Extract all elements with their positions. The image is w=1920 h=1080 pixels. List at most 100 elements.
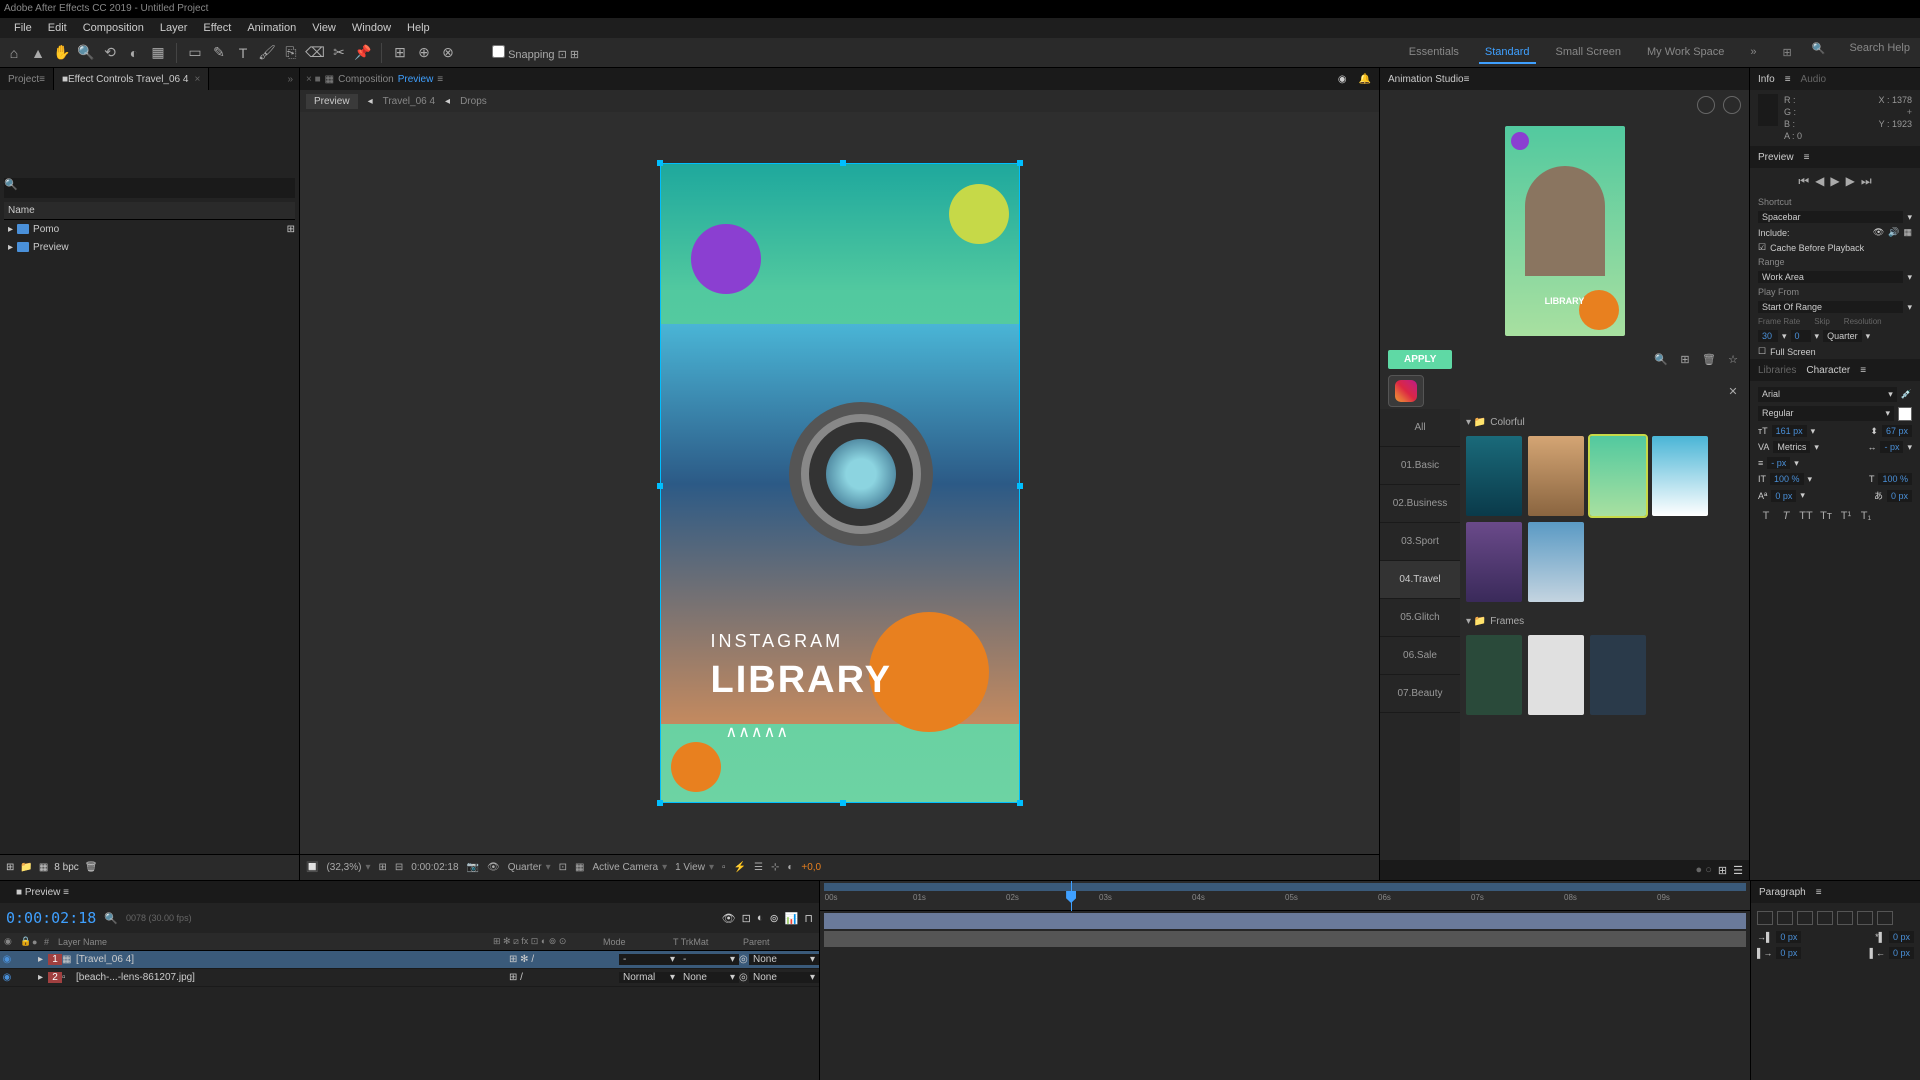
template-thumb[interactable] [1466,522,1522,602]
roi-icon[interactable]: ⊡ [559,862,567,873]
template-thumb[interactable] [1652,436,1708,516]
template-thumb[interactable] [1528,436,1584,516]
last-frame-icon[interactable]: ⏭ [1861,174,1872,189]
apply-button[interactable]: APPLY [1388,350,1452,369]
new-comp-icon[interactable]: ▦ [39,862,48,873]
crumb-travel[interactable]: Travel_06 4 [383,96,435,107]
exposure-value[interactable]: +0,0 [801,862,821,873]
draft3d-icon[interactable]: ⊡ [742,912,751,925]
menu-effect[interactable]: Effect [195,22,239,34]
audio-tab[interactable]: Audio [1801,74,1827,85]
timeline-icon[interactable]: ☰ [754,862,763,873]
project-search-input[interactable]: 🔍 [4,178,295,198]
plugin-grid-icon[interactable]: ⊞ [1677,352,1693,368]
shy-icon[interactable]: 👁 [722,912,736,925]
space-before-input[interactable]: 0 px [1776,947,1801,959]
menu-view[interactable]: View [304,22,344,34]
trkmat-dropdown[interactable]: None▾ [679,972,739,983]
fullscreen-checkbox[interactable]: ☐ Full Screen [1750,344,1920,359]
crumb-preview[interactable]: Preview [306,94,358,109]
subscript-icon[interactable]: T₁ [1858,508,1874,524]
resolution-dropdown[interactable]: Quarter [508,862,551,873]
timeline-layer-2[interactable]: ◉ ▸2 ▫ [beach-...-lens-861207.jpg] ⊞ / N… [0,969,819,987]
magnification-icon[interactable]: 🔲 [306,862,318,873]
smallcaps-icon[interactable]: Tт [1818,508,1834,524]
plugin-view-grid-icon[interactable]: ⊞ [1718,864,1727,877]
orbit-tool-icon[interactable]: ⟲ [100,43,120,63]
close-icon[interactable]: × [194,74,200,85]
tsume-input[interactable]: 0 px [1887,490,1912,502]
template-thumb[interactable] [1466,635,1522,715]
clone-tool-icon[interactable]: ⎘ [281,43,301,63]
camera-dropdown[interactable]: Active Camera [592,862,667,873]
crumb-drops[interactable]: Drops [460,96,487,107]
leading-input[interactable]: 67 px [1882,425,1912,437]
text-tool-icon[interactable]: T [233,43,253,63]
indent-first-input[interactable]: 0 px [1889,931,1914,943]
include-video-icon[interactable]: 👁 [1873,227,1884,238]
eraser-tool-icon[interactable]: ⌫ [305,43,325,63]
eyedropper-icon[interactable]: 💉 [1901,389,1912,400]
info-tab[interactable]: Info [1758,74,1775,85]
visibility-icon[interactable]: ◉ [0,972,14,983]
interpret-icon[interactable]: ⊞ [6,862,14,873]
layer-bar-1[interactable] [824,913,1746,929]
template-thumb[interactable] [1466,436,1522,516]
project-folder-pomo[interactable]: ▸Pomo⊞ [4,220,295,238]
category-all[interactable]: All [1380,409,1460,447]
category-basic[interactable]: 01.Basic [1380,447,1460,485]
bracket-icon[interactable]: ⊓ [804,912,813,925]
template-thumb[interactable] [1528,635,1584,715]
home-icon[interactable]: ⌂ [4,43,24,63]
kerning-dropdown[interactable]: Metrics [1773,441,1810,453]
template-thumb[interactable] [1528,522,1584,602]
plugin-settings-icon[interactable]: ✕ [1725,383,1741,399]
pixel-aspect-icon[interactable]: ▫ [722,862,726,873]
trash-icon[interactable]: 🗑 [85,862,98,873]
world-axis-icon[interactable]: ⊕ [414,43,434,63]
include-audio-icon[interactable]: 🔊 [1888,227,1899,238]
workspace-essentials[interactable]: Essentials [1403,42,1465,64]
brush-tool-icon[interactable]: 🖌 [257,43,277,63]
parent-dropdown[interactable]: None▾ [749,954,819,965]
faux-bold-icon[interactable]: T [1758,508,1774,524]
hand-tool-icon[interactable]: ✋ [52,43,72,63]
snapshot-icon[interactable]: ◉ [1338,74,1355,85]
preview-res-dropdown[interactable]: Quarter [1823,330,1862,342]
snapping-toggle[interactable]: Snapping ⊡ ⊞ [492,45,579,61]
workspace-reset-icon[interactable]: ⊞ [1777,42,1798,64]
timecode-search-icon[interactable]: 🔍 [104,912,118,925]
workspace-standard[interactable]: Standard [1479,42,1536,64]
font-size-input[interactable]: 161 px [1772,425,1807,437]
layer-bar-2[interactable] [824,931,1746,947]
menu-layer[interactable]: Layer [152,22,196,34]
plugin-trash-icon[interactable]: 🗑 [1701,352,1717,368]
range-dropdown[interactable]: Work Area [1758,271,1903,283]
vscale-input[interactable]: 100 % [1770,473,1804,485]
new-folder-icon[interactable]: 📁 [20,862,32,873]
template-thumb-selected[interactable] [1590,436,1646,516]
pen-tool-icon[interactable]: ✎ [209,43,229,63]
timeline-timecode[interactable]: 0:00:02:18 [6,909,96,927]
show-snapshot-icon[interactable]: 👁 [487,862,500,873]
magnification-dropdown[interactable]: (32,3%) [326,862,370,873]
plugin-sync-icon[interactable] [1697,96,1715,114]
search-help[interactable]: Search Help [1849,42,1910,64]
snapping-checkbox[interactable] [492,45,505,58]
section-colorful[interactable]: ▾ 📁 Colorful [1466,413,1743,432]
rect-tool-icon[interactable]: ▭ [185,43,205,63]
justify-all-icon[interactable] [1877,911,1893,925]
layer-name[interactable]: [Travel_06 4] [76,954,509,965]
visibility-icon[interactable]: ◉ [0,954,14,965]
superscript-icon[interactable]: T¹ [1838,508,1854,524]
work-area-bar[interactable] [824,883,1746,891]
frameblend-icon[interactable]: ◐ [757,912,764,925]
template-thumb[interactable] [1590,635,1646,715]
grid-icon[interactable]: ⊟ [395,862,403,873]
mode-dropdown[interactable]: -▾ [619,954,679,965]
category-sport[interactable]: 03.Sport [1380,523,1460,561]
composition-tab[interactable]: ▦ Composition Preview ≡ [325,74,443,85]
local-axis-icon[interactable]: ⊞ [390,43,410,63]
menu-edit[interactable]: Edit [40,22,75,34]
current-time[interactable]: 0:00:02:18 [411,862,458,873]
